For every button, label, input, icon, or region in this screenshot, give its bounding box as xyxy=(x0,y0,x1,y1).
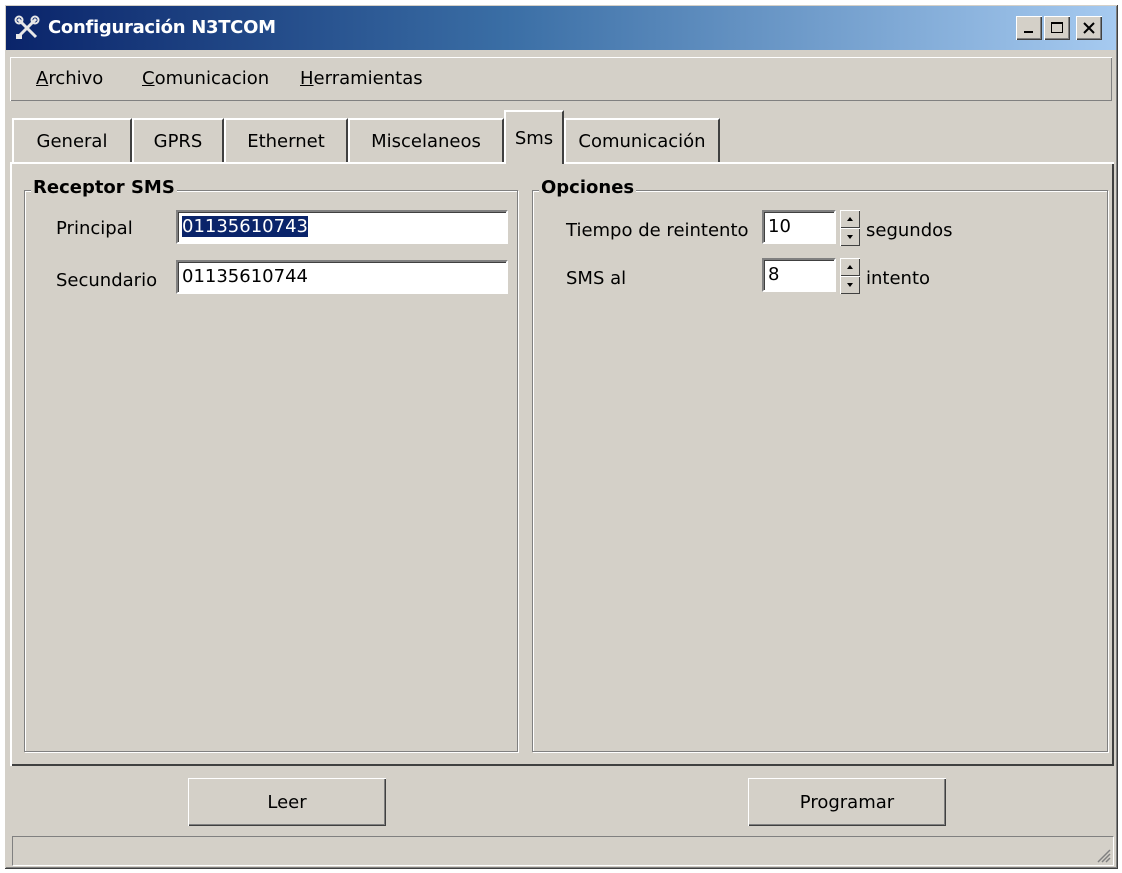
secundario-input[interactable]: 01135610744 xyxy=(176,260,508,294)
tab-general[interactable]: General xyxy=(12,118,132,162)
tools-icon xyxy=(14,15,40,39)
retry-input[interactable]: 10 xyxy=(762,210,836,244)
tab-sms[interactable]: Sms xyxy=(504,110,564,164)
status-bar xyxy=(12,836,1114,866)
principal-label: Principal xyxy=(56,218,133,239)
window-title: Configuración N3TCOM xyxy=(48,17,276,38)
arrow-down-icon xyxy=(847,235,853,239)
principal-input[interactable]: 01135610743 xyxy=(176,210,508,244)
close-icon xyxy=(1083,22,1095,34)
arrow-down-icon xyxy=(847,283,853,287)
receptor-sms-title: Receptor SMS xyxy=(31,177,177,198)
tab-comunicacion[interactable]: Comunicación xyxy=(564,118,720,162)
arrow-up-icon xyxy=(847,217,853,221)
sms-unit: intento xyxy=(866,268,931,289)
sms-stepper[interactable] xyxy=(840,258,860,294)
secundario-label: Secundario xyxy=(56,270,158,291)
read-button[interactable]: Leer xyxy=(188,778,386,826)
retry-unit: segundos xyxy=(866,220,953,241)
menu-comunicacion[interactable]: Comunicacion xyxy=(142,68,269,89)
sms-label: SMS al xyxy=(566,268,627,289)
menu-archivo[interactable]: Archivo xyxy=(36,68,103,89)
retry-stepper[interactable] xyxy=(840,210,860,246)
opciones-title: Opciones xyxy=(539,177,637,198)
retry-label: Tiempo de reintento xyxy=(566,220,749,241)
retry-down-button[interactable] xyxy=(840,228,860,246)
retry-up-button[interactable] xyxy=(840,210,860,228)
sms-input[interactable]: 8 xyxy=(762,258,836,292)
minimize-button[interactable] xyxy=(1016,16,1042,40)
tab-gprs[interactable]: GPRS xyxy=(132,118,224,162)
program-button[interactable]: Programar xyxy=(748,778,946,826)
menu-bar: Archivo Comunicacion Herramientas xyxy=(10,57,1112,101)
maximize-icon xyxy=(1051,22,1063,33)
principal-value: 01135610743 xyxy=(182,216,308,237)
title-bar[interactable]: Configuración N3TCOM xyxy=(6,6,1116,50)
tab-ethernet[interactable]: Ethernet xyxy=(224,118,348,162)
minimize-icon xyxy=(1024,31,1033,33)
menu-herramientas[interactable]: Herramientas xyxy=(300,68,423,89)
tab-miscelaneos[interactable]: Miscelaneos xyxy=(348,118,504,162)
sms-down-button[interactable] xyxy=(840,276,860,294)
arrow-up-icon xyxy=(847,265,853,269)
resize-grip-icon[interactable] xyxy=(1095,847,1111,863)
maximize-button[interactable] xyxy=(1044,16,1070,40)
close-button[interactable] xyxy=(1076,16,1102,40)
sms-up-button[interactable] xyxy=(840,258,860,276)
